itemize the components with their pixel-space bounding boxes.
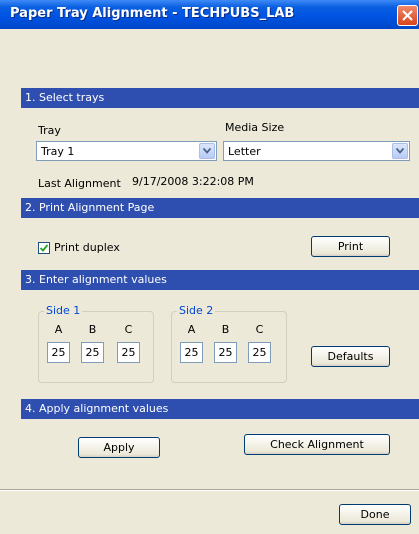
check-alignment-button[interactable]: Check Alignment bbox=[244, 434, 390, 455]
side2-col-a: A bbox=[187, 323, 196, 336]
window-title: Paper Tray Alignment - TECHPUBS_LAB bbox=[10, 6, 295, 21]
tray-label: Tray bbox=[38, 124, 61, 137]
print-duplex-label[interactable]: Print duplex bbox=[54, 241, 120, 254]
side1-b-input[interactable]: 25 bbox=[81, 342, 104, 363]
side1-col-b: B bbox=[88, 323, 97, 336]
tray-select-value: Tray 1 bbox=[41, 145, 75, 158]
footer-separator-highlight bbox=[0, 490, 419, 491]
side2-title: Side 2 bbox=[177, 304, 216, 317]
side1-col-c: C bbox=[124, 323, 133, 336]
defaults-button[interactable]: Defaults bbox=[311, 346, 390, 367]
section-header-select-trays: 1. Select trays bbox=[21, 88, 419, 108]
tray-select[interactable]: Tray 1 bbox=[36, 141, 217, 161]
section-header-apply-values: 4. Apply alignment values bbox=[21, 399, 419, 419]
tray-dropdown-button[interactable] bbox=[199, 143, 215, 159]
done-button[interactable]: Done bbox=[339, 504, 411, 525]
title-bar[interactable]: Paper Tray Alignment - TECHPUBS_LAB bbox=[0, 0, 419, 29]
side2-b-input[interactable]: 25 bbox=[214, 342, 237, 363]
section-header-print-alignment: 2. Print Alignment Page bbox=[21, 198, 419, 218]
side2-col-b: B bbox=[221, 323, 230, 336]
last-alignment-value: 9/17/2008 3:22:08 PM bbox=[132, 175, 254, 188]
dialog-window: Paper Tray Alignment - TECHPUBS_LAB 1. S… bbox=[0, 0, 419, 534]
print-duplex-checkbox[interactable] bbox=[38, 242, 50, 254]
media-size-dropdown-button[interactable] bbox=[392, 143, 408, 159]
chevron-down-icon bbox=[396, 148, 404, 154]
checkmark-icon bbox=[40, 244, 48, 252]
media-size-label: Media Size bbox=[225, 121, 285, 134]
apply-button[interactable]: Apply bbox=[78, 437, 160, 458]
last-alignment-label: Last Alignment bbox=[38, 177, 121, 190]
side2-c-input[interactable]: 25 bbox=[248, 342, 271, 363]
side2-a-input[interactable]: 25 bbox=[180, 342, 203, 363]
print-button[interactable]: Print bbox=[311, 236, 390, 257]
chevron-down-icon bbox=[203, 148, 211, 154]
side1-col-a: A bbox=[54, 323, 63, 336]
media-size-select[interactable]: Letter bbox=[223, 141, 410, 161]
section-header-enter-values: 3. Enter alignment values bbox=[21, 270, 419, 290]
media-size-select-value: Letter bbox=[228, 145, 261, 158]
side1-a-input[interactable]: 25 bbox=[47, 342, 70, 363]
close-icon bbox=[402, 10, 413, 21]
side2-col-c: C bbox=[255, 323, 264, 336]
side1-title: Side 1 bbox=[44, 304, 83, 317]
close-button[interactable] bbox=[397, 5, 418, 26]
side1-c-input[interactable]: 25 bbox=[117, 342, 140, 363]
